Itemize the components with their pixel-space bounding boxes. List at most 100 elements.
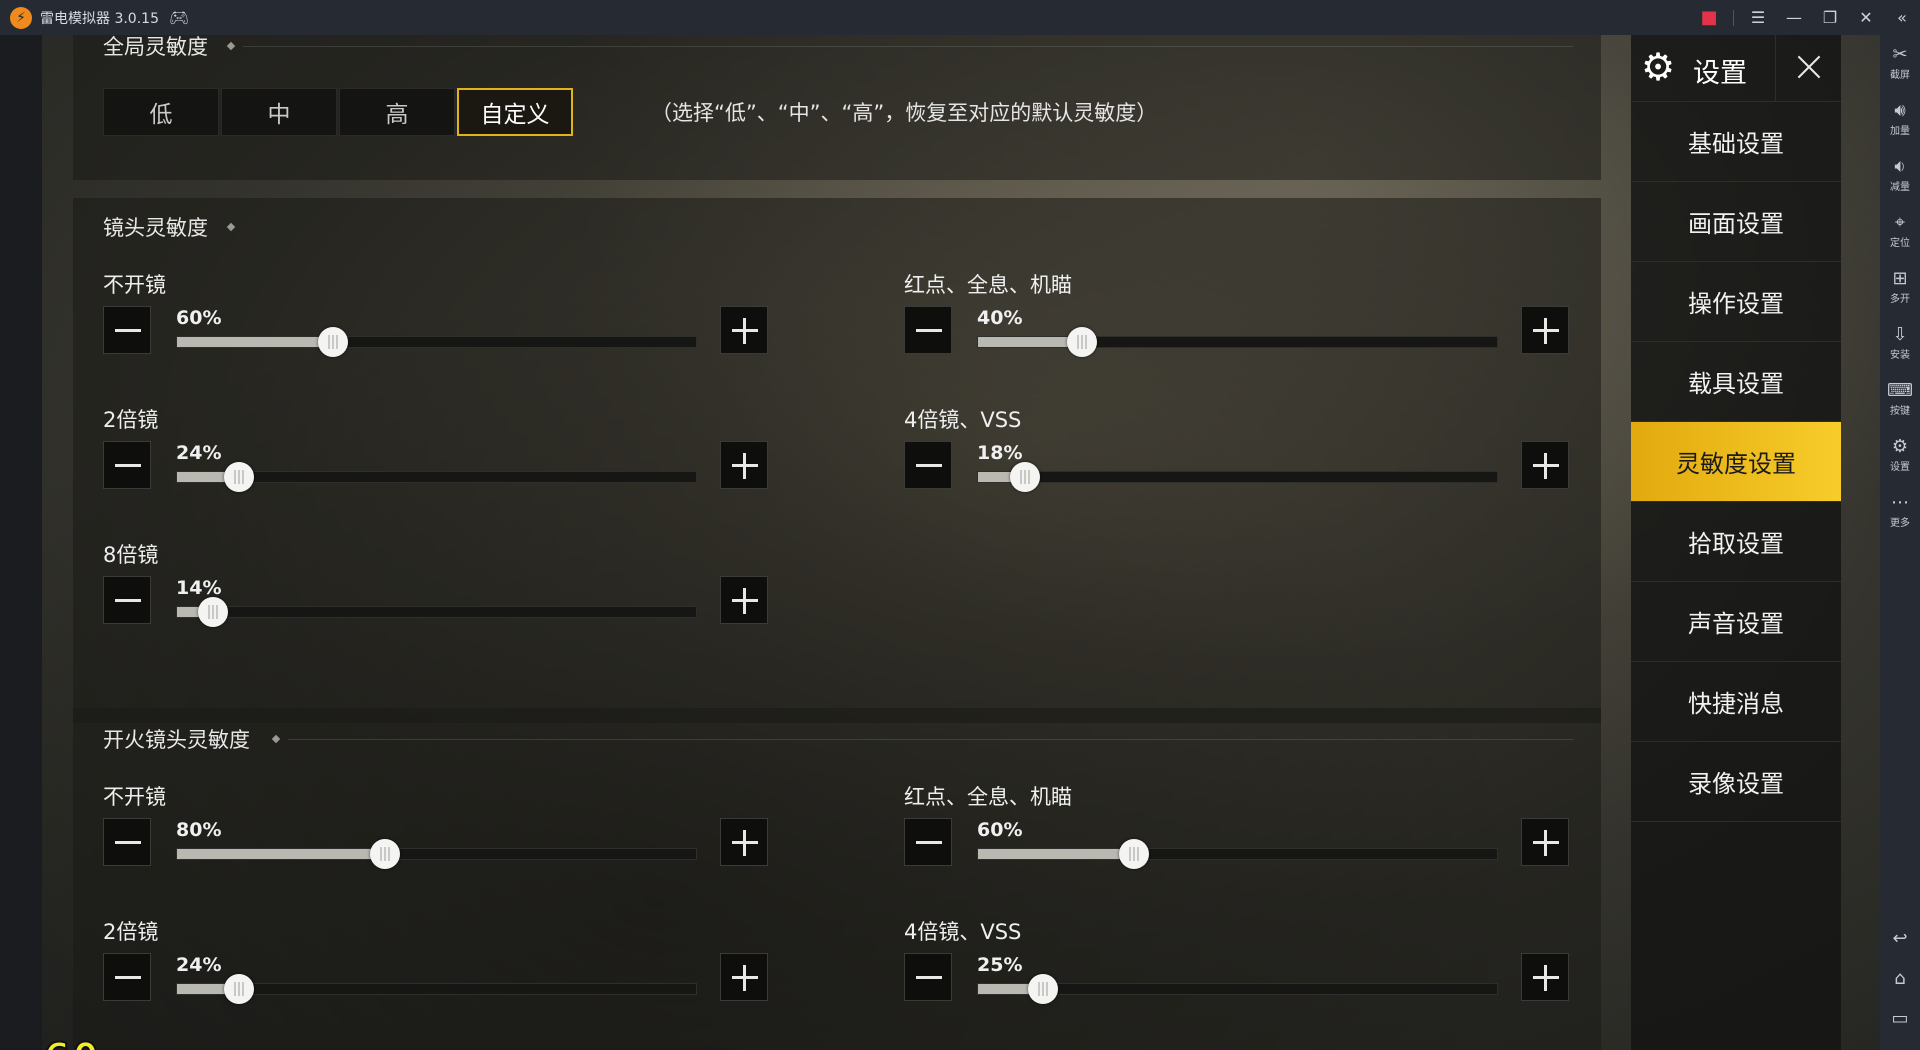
screenshot-icon: ✂ xyxy=(1892,44,1908,65)
decrease-button[interactable] xyxy=(103,576,151,624)
titlebar-divider xyxy=(1733,9,1734,26)
slider-handle[interactable] xyxy=(1009,462,1040,492)
sidebar-label: 安装 xyxy=(1890,350,1910,361)
gift-icon[interactable]: ■ xyxy=(1691,0,1727,35)
volume-down-icon: 🔉︎ xyxy=(1894,156,1906,177)
settings-title: 设置 xyxy=(1693,58,1747,89)
increase-button[interactable] xyxy=(1521,441,1569,489)
slider-camera-no-scope: 不开镜 60% xyxy=(103,269,769,369)
slider-track[interactable] xyxy=(176,327,697,357)
menu-item-vehicle[interactable]: 载具设置 xyxy=(1631,342,1841,422)
settings-icon: ⚙ xyxy=(1891,436,1909,457)
volume-down-button[interactable]: 🔉︎ 减量 xyxy=(1880,156,1920,194)
menu-item-graphics[interactable]: 画面设置 xyxy=(1631,182,1841,262)
increase-button[interactable] xyxy=(1521,818,1569,866)
slider-camera-4x: 4倍镜、VSS 18% xyxy=(904,404,1570,504)
section-diamond-icon xyxy=(226,41,236,51)
increase-button[interactable] xyxy=(720,306,768,354)
settings-menu: ⚙ 设置 基础设置 画面设置 操作设置 载具设置 灵敏度设置 拾取设置 声音设置… xyxy=(1631,35,1841,1050)
install-apk-icon: ⇩ xyxy=(1892,324,1908,345)
menu-icon[interactable]: ☰ xyxy=(1740,0,1776,35)
slider-label: 红点、全息、机瞄 xyxy=(904,785,1072,809)
menu-item-recording[interactable]: 录像设置 xyxy=(1631,742,1841,822)
menu-item-sensitivity[interactable]: 灵敏度设置 xyxy=(1631,422,1841,502)
increase-button[interactable] xyxy=(720,576,768,624)
slider-fill xyxy=(177,849,385,859)
increase-button[interactable] xyxy=(1521,953,1569,1001)
sidebar-label: 加量 xyxy=(1890,126,1910,137)
left-edge-bar xyxy=(0,35,42,1050)
slider-label: 4倍镜、VSS xyxy=(904,920,1022,944)
recents-button[interactable]: ▭ xyxy=(1880,1009,1920,1029)
gear-icon: ⚙ xyxy=(1641,45,1676,89)
collapse-icon[interactable]: « xyxy=(1884,0,1920,35)
preset-medium-button[interactable]: 中 xyxy=(221,88,337,136)
restore-icon[interactable]: ❐ xyxy=(1812,0,1848,35)
camera-sensitivity-title: 镜头灵敏度 xyxy=(103,216,208,240)
slider-handle[interactable] xyxy=(317,327,348,357)
preset-low-button[interactable]: 低 xyxy=(103,88,219,136)
slider-track[interactable] xyxy=(977,974,1498,1004)
increase-button[interactable] xyxy=(720,953,768,1001)
slider-fill xyxy=(177,337,333,347)
decrease-button[interactable] xyxy=(904,306,952,354)
minimize-icon[interactable]: — xyxy=(1776,0,1812,35)
sidebar-label: 更多 xyxy=(1890,518,1910,529)
emulator-sidebar: ✂ 截屏 🔊︎ 加量 🔉︎ 减量 ⌖ 定位 ⊞ 多开 ⇩ 安装 ⌨ 按键 ⚙ 设置 ⋯ 更多 ↩ … xyxy=(1880,35,1920,1050)
decrease-button[interactable] xyxy=(103,818,151,866)
increase-button[interactable] xyxy=(720,818,768,866)
decrease-button[interactable] xyxy=(103,306,151,354)
increase-button[interactable] xyxy=(1521,306,1569,354)
preset-high-button[interactable]: 高 xyxy=(339,88,455,136)
volume-up-button[interactable]: 🔊︎ 加量 xyxy=(1880,101,1920,138)
slider-track[interactable] xyxy=(977,839,1498,869)
slider-fire-red-dot: 红点、全息、机瞄 60% xyxy=(904,781,1570,881)
decrease-button[interactable] xyxy=(904,818,952,866)
slider-handle[interactable] xyxy=(198,597,229,627)
menu-item-basic[interactable]: 基础设置 xyxy=(1631,102,1841,182)
slider-handle[interactable] xyxy=(1027,974,1058,1004)
slider-camera-8x: 8倍镜 14% xyxy=(103,539,769,639)
location-icon: ⌖ xyxy=(1894,212,1906,233)
install-apk-button[interactable]: ⇩ 安装 xyxy=(1880,324,1920,362)
slider-handle[interactable] xyxy=(224,462,255,492)
slider-track[interactable] xyxy=(176,597,697,627)
back-button[interactable]: ↩ xyxy=(1880,929,1920,949)
decrease-button[interactable] xyxy=(103,953,151,1001)
menu-item-pickup[interactable]: 拾取设置 xyxy=(1631,502,1841,582)
slider-track[interactable] xyxy=(176,839,697,869)
multi-instance-button[interactable]: ⊞ 多开 xyxy=(1880,269,1920,306)
location-button[interactable]: ⌖ 定位 xyxy=(1880,212,1920,250)
recents-icon: ▭ xyxy=(1891,1008,1909,1029)
home-icon: ⌂ xyxy=(1894,968,1906,989)
close-icon[interactable]: ✕ xyxy=(1848,0,1884,35)
slider-track[interactable] xyxy=(977,327,1498,357)
menu-item-quick-message[interactable]: 快捷消息 xyxy=(1631,662,1841,742)
settings-button[interactable]: ⚙ 设置 xyxy=(1880,436,1920,474)
increase-button[interactable] xyxy=(720,441,768,489)
screenshot-button[interactable]: ✂ 截屏 xyxy=(1880,44,1920,82)
slider-track[interactable] xyxy=(176,974,697,1004)
close-settings-button[interactable] xyxy=(1775,35,1841,101)
sidebar-label: 截屏 xyxy=(1890,70,1910,81)
menu-item-sound[interactable]: 声音设置 xyxy=(1631,582,1841,662)
preset-custom-button[interactable]: 自定义 xyxy=(457,88,573,136)
home-button[interactable]: ⌂ xyxy=(1880,969,1920,989)
slider-track[interactable] xyxy=(176,462,697,492)
keyboard-icon: ⌨ xyxy=(1887,380,1913,401)
more-button[interactable]: ⋯ 更多 xyxy=(1880,493,1920,530)
decrease-button[interactable] xyxy=(904,953,952,1001)
keyboard-button[interactable]: ⌨ 按键 xyxy=(1880,380,1920,418)
slider-handle[interactable] xyxy=(369,839,400,869)
decrease-button[interactable] xyxy=(103,441,151,489)
slider-value: 24% xyxy=(176,954,222,976)
sidebar-label: 定位 xyxy=(1890,238,1910,249)
slider-track[interactable] xyxy=(977,462,1498,492)
decrease-button[interactable] xyxy=(904,441,952,489)
slider-handle[interactable] xyxy=(224,974,255,1004)
menu-item-controls[interactable]: 操作设置 xyxy=(1631,262,1841,342)
gamepad-icon[interactable]: 🎮︎ xyxy=(169,8,189,27)
settings-menu-header: ⚙ 设置 xyxy=(1631,35,1841,102)
slider-handle[interactable] xyxy=(1118,839,1149,869)
slider-handle[interactable] xyxy=(1066,327,1097,357)
